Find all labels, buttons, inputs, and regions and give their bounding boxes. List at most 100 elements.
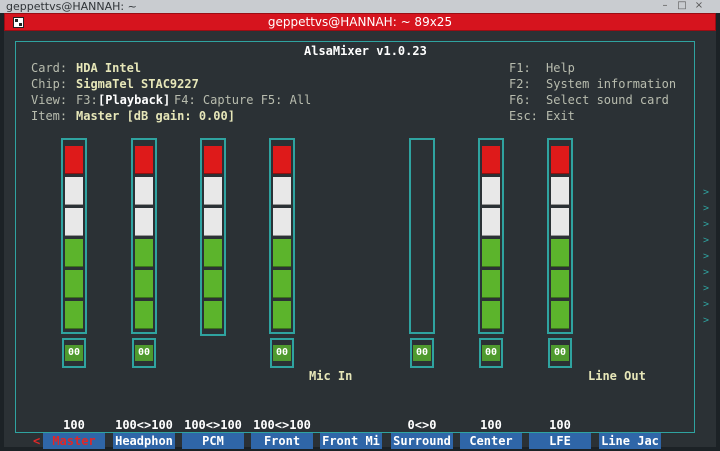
volume-level-segment — [273, 270, 291, 298]
volume-level-segment — [482, 146, 500, 174]
volume-slider[interactable] — [547, 138, 573, 334]
volume-level-segment — [204, 270, 222, 298]
help-key-esc: Esc: — [509, 109, 538, 123]
terminal-title-bar[interactable]: geppettvs@HANNAH: ~ 89x25 — [4, 13, 716, 31]
volume-level-segment — [135, 208, 153, 236]
chip-key: Chip: — [31, 77, 68, 91]
view-f3-key: F3: — [76, 93, 98, 107]
help-key-f1: F1: — [509, 61, 531, 75]
mute-switch-label: 00 — [65, 345, 83, 361]
channel-volume-value: 100 — [549, 418, 571, 432]
scroll-arrow: > — [703, 251, 710, 262]
volume-level-segment — [273, 146, 291, 174]
channel-name-center[interactable]: Center — [460, 433, 522, 449]
mute-switch[interactable]: 00 — [410, 338, 434, 368]
item-key: Item: — [31, 109, 68, 123]
volume-level-segment — [135, 146, 153, 174]
channel-name-headphon[interactable]: Headphon — [113, 433, 175, 449]
volume-level-segment — [482, 270, 500, 298]
channel-name-line-jac[interactable]: Line Jac — [599, 433, 661, 449]
volume-level-segment — [204, 146, 222, 174]
volume-level-segment — [551, 177, 569, 205]
volume-slider[interactable] — [409, 138, 435, 334]
volume-slider[interactable] — [269, 138, 295, 334]
scroll-arrow: > — [703, 219, 710, 230]
window-title-bar[interactable]: geppettvs@HANNAH: ~ – □ × — [0, 0, 720, 13]
volume-level-segment — [551, 270, 569, 298]
volume-slider[interactable] — [478, 138, 504, 334]
mute-switch-label: 00 — [482, 345, 500, 361]
view-other-modes[interactable]: F4: Capture F5: All — [174, 93, 311, 107]
scroll-arrow: > — [703, 203, 710, 214]
mute-switch[interactable]: 00 — [132, 338, 156, 368]
volume-level-segment — [65, 270, 83, 298]
mute-switch-label: 00 — [273, 345, 291, 361]
volume-level-segment — [65, 146, 83, 174]
card-key: Card: — [31, 61, 68, 75]
alsamixer-title: AlsaMixer v1.0.23 — [300, 44, 431, 58]
help-text-esc: Exit — [546, 109, 575, 123]
channel-name-master[interactable]: Master — [43, 433, 105, 449]
scroll-arrow: > — [703, 299, 710, 310]
channel-label-above: Line Out — [588, 369, 646, 383]
mute-switch[interactable]: 00 — [548, 338, 572, 368]
window-title: geppettvs@HANNAH: ~ — [6, 0, 137, 13]
volume-level-segment — [273, 177, 291, 205]
help-key-f6: F6: — [509, 93, 531, 107]
item-value: Master [dB gain: 0.00] — [76, 109, 235, 123]
volume-level-segment — [65, 239, 83, 267]
alsamixer-frame: AlsaMixer v1.0.23 Card: HDA Intel Chip: … — [15, 41, 709, 449]
chip-value: SigmaTel STAC9227 — [76, 77, 199, 91]
selected-channel-marker: < — [33, 434, 41, 448]
help-text-f2: System information — [546, 77, 677, 91]
mute-switch[interactable]: 00 — [62, 338, 86, 368]
mute-switch[interactable]: 00 — [270, 338, 294, 368]
view-key: View: — [31, 93, 68, 107]
terminal-body[interactable]: AlsaMixer v1.0.23 Card: HDA Intel Chip: … — [4, 31, 716, 449]
channel-name-front-mi[interactable]: Front Mi — [320, 433, 382, 449]
channel-name-surround[interactable]: Surround — [391, 433, 453, 449]
help-text-f1: Help — [546, 61, 575, 75]
channel-volume-value: 100<>100 — [253, 418, 311, 432]
volume-slider[interactable] — [61, 138, 87, 334]
scroll-arrow: > — [703, 267, 710, 278]
volume-level-segment — [273, 239, 291, 267]
volume-level-segment — [551, 208, 569, 236]
view-playback[interactable]: [Playback] — [98, 93, 170, 107]
volume-level-segment — [65, 208, 83, 236]
mute-switch-label: 00 — [551, 345, 569, 361]
help-text-f6: Select sound card — [546, 93, 669, 107]
volume-level-segment — [551, 239, 569, 267]
volume-level-segment — [482, 208, 500, 236]
channel-name-lfe[interactable]: LFE — [529, 433, 591, 449]
scroll-arrow: > — [703, 283, 710, 294]
channel-label-above: Mic In — [309, 369, 353, 383]
volume-level-segment — [273, 208, 291, 236]
channel-name-pcm[interactable]: PCM — [182, 433, 244, 449]
volume-level-segment — [135, 270, 153, 298]
volume-level-segment — [135, 177, 153, 205]
help-key-f2: F2: — [509, 77, 531, 91]
volume-level-segment — [273, 301, 291, 329]
mute-switch-label: 00 — [135, 345, 153, 361]
volume-level-segment — [65, 301, 83, 329]
volume-level-segment — [482, 301, 500, 329]
channel-name-front[interactable]: Front — [251, 433, 313, 449]
scroll-arrow: > — [703, 235, 710, 246]
volume-level-segment — [204, 239, 222, 267]
scroll-arrow: > — [703, 187, 710, 198]
volume-level-segment — [482, 239, 500, 267]
terminal-title: geppettvs@HANNAH: ~ 89x25 — [267, 15, 453, 29]
volume-level-segment — [65, 177, 83, 205]
close-icon[interactable]: × — [694, 1, 704, 11]
volume-slider[interactable] — [131, 138, 157, 334]
minimize-icon[interactable]: – — [660, 1, 670, 11]
card-value: HDA Intel — [76, 61, 142, 75]
maximize-icon[interactable]: □ — [677, 1, 687, 11]
volume-level-segment — [204, 208, 222, 236]
scroll-arrow: > — [703, 315, 710, 326]
volume-slider[interactable] — [200, 138, 226, 336]
volume-level-segment — [135, 301, 153, 329]
volume-level-segment — [135, 239, 153, 267]
mute-switch[interactable]: 00 — [479, 338, 503, 368]
